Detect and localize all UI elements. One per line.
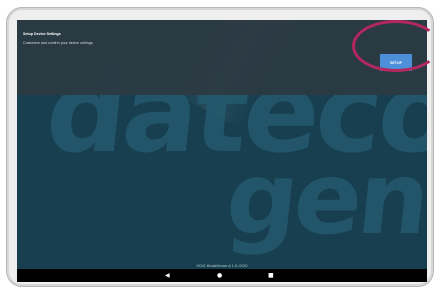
back-icon[interactable]: ◀ bbox=[165, 272, 170, 279]
recent-apps-icon[interactable]: ■ bbox=[268, 272, 274, 279]
highlight-circle bbox=[352, 20, 440, 72]
navigation-bar: ◀ ● ■ bbox=[17, 269, 427, 282]
dialog-subtitle: Customize and confirm your device settin… bbox=[23, 41, 94, 45]
version-label: OOG KioskHome A 1.0.OOG bbox=[196, 263, 248, 268]
dialog-title: Setup Device Settings bbox=[23, 32, 61, 36]
home-icon[interactable]: ● bbox=[217, 272, 222, 279]
watermark-text-line2: gen bbox=[220, 140, 427, 257]
